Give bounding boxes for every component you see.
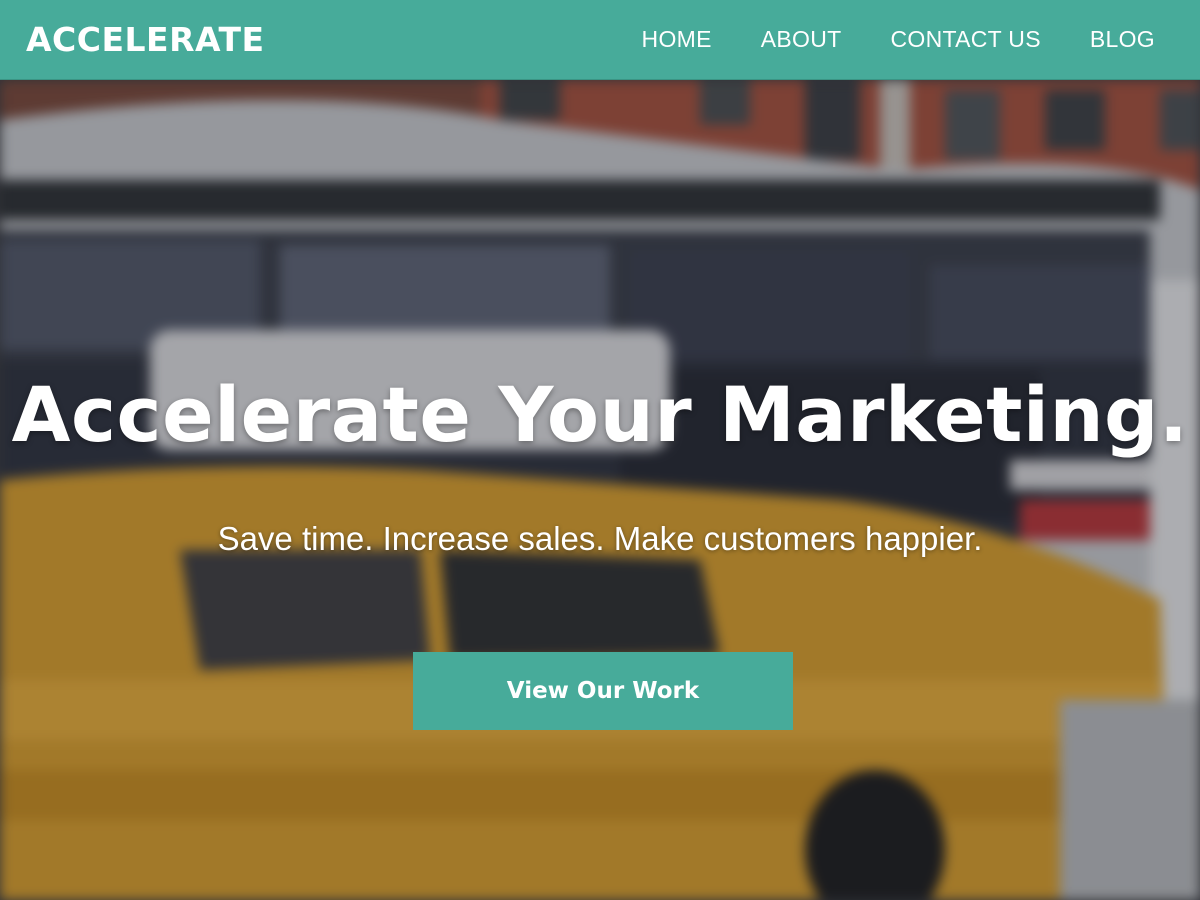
main-nav: HOME ABOUT CONTACT US BLOG bbox=[642, 0, 1174, 80]
nav-home[interactable]: HOME bbox=[642, 26, 712, 53]
hero-section: Accelerate Your Marketing. Save time. In… bbox=[0, 80, 1200, 900]
nav-about[interactable]: ABOUT bbox=[761, 26, 842, 53]
view-our-work-button[interactable]: View Our Work bbox=[413, 652, 793, 730]
hero-headline: Accelerate Your Marketing. bbox=[11, 370, 1189, 459]
nav-contact-us[interactable]: CONTACT US bbox=[890, 26, 1040, 53]
site-header: ACCELERATE HOME ABOUT CONTACT US BLOG bbox=[0, 0, 1200, 80]
hero-subheadline: Save time. Increase sales. Make customer… bbox=[217, 520, 983, 557]
site-logo[interactable]: ACCELERATE bbox=[26, 20, 265, 59]
hero-content: Accelerate Your Marketing. Save time. In… bbox=[0, 80, 1200, 900]
nav-blog[interactable]: BLOG bbox=[1090, 26, 1155, 53]
